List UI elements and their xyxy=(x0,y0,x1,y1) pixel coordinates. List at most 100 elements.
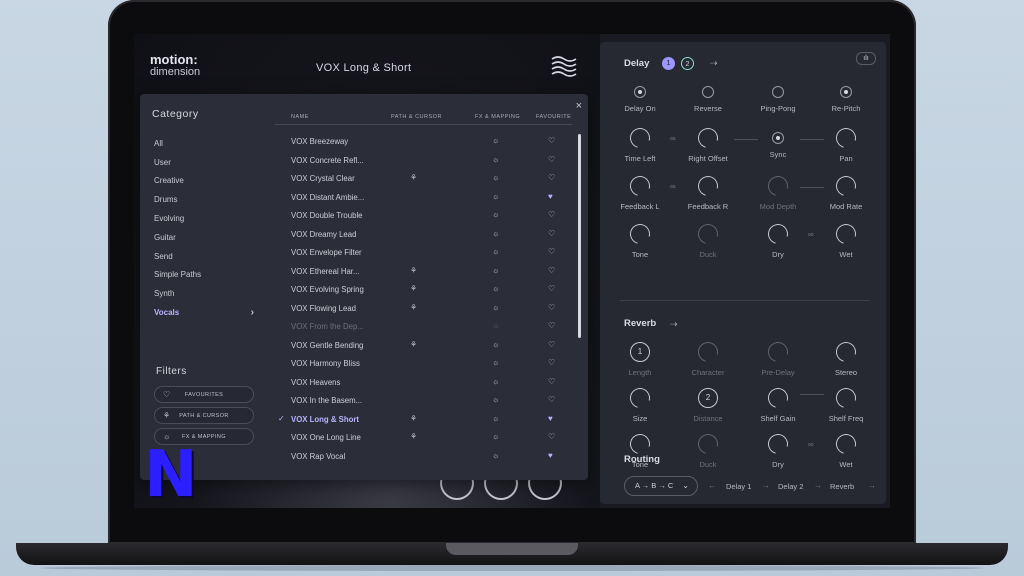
category-item[interactable]: All xyxy=(154,134,254,153)
knob[interactable] xyxy=(694,430,722,458)
preset-row[interactable]: VOX Crystal Clear ⚘ ☼ ♡ xyxy=(274,169,572,188)
heart-icon[interactable]: ♡ xyxy=(548,155,555,164)
preset-row[interactable]: VOX From the Dep... ☼ ♡ xyxy=(274,317,572,336)
control-shelf-gain[interactable]: Shelf Gain xyxy=(748,384,808,423)
heart-icon[interactable]: ♥ xyxy=(548,451,553,460)
control-mod-rate[interactable]: Mod Rate xyxy=(816,172,876,211)
knob[interactable] xyxy=(626,430,654,458)
control-feedback-r[interactable]: Feedback R xyxy=(678,172,738,211)
preset-row[interactable]: VOX Breezeway ☼ ♡ xyxy=(274,132,572,151)
knob[interactable] xyxy=(626,220,654,248)
link-icon[interactable]: ∞ xyxy=(670,182,676,191)
control-feedback-l[interactable]: Feedback L xyxy=(610,172,670,211)
knob[interactable]: 2 xyxy=(698,388,718,408)
control-tone[interactable]: Tone xyxy=(610,430,670,469)
toggle[interactable] xyxy=(702,86,714,98)
link-icon[interactable]: ∞ xyxy=(808,230,814,239)
control-character[interactable]: Character xyxy=(678,338,738,377)
preset-row[interactable]: VOX Distant Ambie... ☼ ♥ xyxy=(274,188,572,207)
preset-row[interactable]: VOX Evolving Spring ⚘ ☼ ♡ xyxy=(274,280,572,299)
control-dry[interactable]: Dry xyxy=(748,430,808,469)
routing-select[interactable]: A → B → C ⌄ xyxy=(624,476,698,496)
preset-row[interactable]: VOX Harmony Bliss ☼ ♡ xyxy=(274,354,572,373)
control-mod-depth[interactable]: Mod Depth xyxy=(748,172,808,211)
preset-title[interactable]: VOX Long & Short xyxy=(316,62,411,74)
knob[interactable] xyxy=(832,124,860,152)
route-delay-1[interactable]: Delay 1 xyxy=(726,482,751,491)
heart-icon[interactable]: ♡ xyxy=(548,284,555,293)
toggle[interactable] xyxy=(634,86,646,98)
category-item[interactable]: Evolving xyxy=(154,209,254,228)
close-icon[interactable]: × xyxy=(576,100,582,112)
knob[interactable] xyxy=(832,430,860,458)
toggle[interactable] xyxy=(772,86,784,98)
heart-icon[interactable]: ♡ xyxy=(548,229,555,238)
heart-icon[interactable]: ♡ xyxy=(548,395,555,404)
chart-icon[interactable]: ılı xyxy=(856,52,876,65)
heart-icon[interactable]: ♡ xyxy=(548,358,555,367)
control-time-left[interactable]: Time Left xyxy=(610,124,670,163)
heart-icon[interactable]: ♡ xyxy=(548,210,555,219)
knob[interactable] xyxy=(626,124,654,152)
path-cursor-filter-button[interactable]: ⚘ PATH & CURSOR xyxy=(154,407,254,424)
link-icon[interactable]: ∞ xyxy=(808,440,814,449)
knob[interactable] xyxy=(764,172,792,200)
control-ping-pong[interactable]: Ping-Pong xyxy=(748,82,808,113)
column-header-fx[interactable]: FX & MAPPING xyxy=(475,114,520,120)
delay-route-icon[interactable]: ⇢ xyxy=(710,58,718,69)
category-item[interactable]: Guitar xyxy=(154,228,254,247)
knob[interactable] xyxy=(626,384,654,412)
preset-row[interactable]: VOX Heavens ☼ ♡ xyxy=(274,373,572,392)
control-right-offset[interactable]: Right Offset xyxy=(678,124,738,163)
route-reverb[interactable]: Reverb xyxy=(830,482,854,491)
knob[interactable] xyxy=(832,220,860,248)
control-duck[interactable]: Duck xyxy=(678,430,738,469)
column-header-favourite[interactable]: FAVOURITE xyxy=(536,114,571,120)
heart-icon[interactable]: ♡ xyxy=(548,303,555,312)
knob[interactable] xyxy=(694,220,722,248)
control-delay-on[interactable]: Delay On xyxy=(610,82,670,113)
column-header-path[interactable]: PATH & CURSOR xyxy=(391,114,442,120)
scrollbar[interactable] xyxy=(578,134,581,338)
preset-row[interactable]: VOX One Long Line ⚘ ☼ ♡ xyxy=(274,428,572,447)
category-item[interactable]: User xyxy=(154,153,254,172)
preset-row[interactable]: VOX Ethereal Har... ⚘ ☼ ♡ xyxy=(274,262,572,281)
knob[interactable] xyxy=(832,384,860,412)
favourites-filter-button[interactable]: ♡ FAVOURITES xyxy=(154,386,254,403)
wave-icon[interactable] xyxy=(550,54,578,80)
category-item[interactable]: Creative xyxy=(154,172,254,191)
control-reverse[interactable]: Reverse xyxy=(678,82,738,113)
control-wet[interactable]: Wet xyxy=(816,220,876,259)
knob[interactable] xyxy=(832,338,860,366)
heart-icon[interactable]: ♥ xyxy=(548,192,553,201)
knob[interactable] xyxy=(694,338,722,366)
reverb-route-icon[interactable]: ⇢ xyxy=(670,319,678,330)
heart-icon[interactable]: ♡ xyxy=(548,136,555,145)
preset-row[interactable]: VOX Rap Vocal ☼ ♥ xyxy=(274,447,572,466)
knob[interactable] xyxy=(694,124,722,152)
knob[interactable] xyxy=(764,430,792,458)
knob[interactable] xyxy=(832,172,860,200)
control-tone[interactable]: Tone xyxy=(610,220,670,259)
control-wet[interactable]: Wet xyxy=(816,430,876,469)
category-item[interactable]: Simple Paths xyxy=(154,266,254,285)
column-header-name[interactable]: NAME xyxy=(291,114,309,120)
preset-row[interactable]: VOX Double Trouble ☼ ♡ xyxy=(274,206,572,225)
control-shelf-freq[interactable]: Shelf Freq xyxy=(816,384,876,423)
control-dry[interactable]: Dry xyxy=(748,220,808,259)
control-re-pitch[interactable]: Re-Pitch xyxy=(816,82,876,113)
heart-icon[interactable]: ♡ xyxy=(548,247,555,256)
category-item[interactable]: Synth xyxy=(154,284,254,303)
route-delay-2[interactable]: Delay 2 xyxy=(778,482,803,491)
control-sync[interactable]: Sync xyxy=(748,128,808,159)
preset-row[interactable]: VOX Flowing Lead ⚘ ☼ ♡ xyxy=(274,299,572,318)
knob[interactable] xyxy=(694,172,722,200)
knob[interactable] xyxy=(764,220,792,248)
preset-row[interactable]: VOX Concrete Refl... ☼ ♡ xyxy=(274,151,572,170)
category-item[interactable]: Vocals › xyxy=(154,303,254,322)
heart-icon[interactable]: ♡ xyxy=(548,377,555,386)
link-icon[interactable]: ∞ xyxy=(670,134,676,143)
control-duck[interactable]: Duck xyxy=(678,220,738,259)
heart-icon[interactable]: ♡ xyxy=(548,321,555,330)
knob[interactable]: 1 xyxy=(630,342,650,362)
